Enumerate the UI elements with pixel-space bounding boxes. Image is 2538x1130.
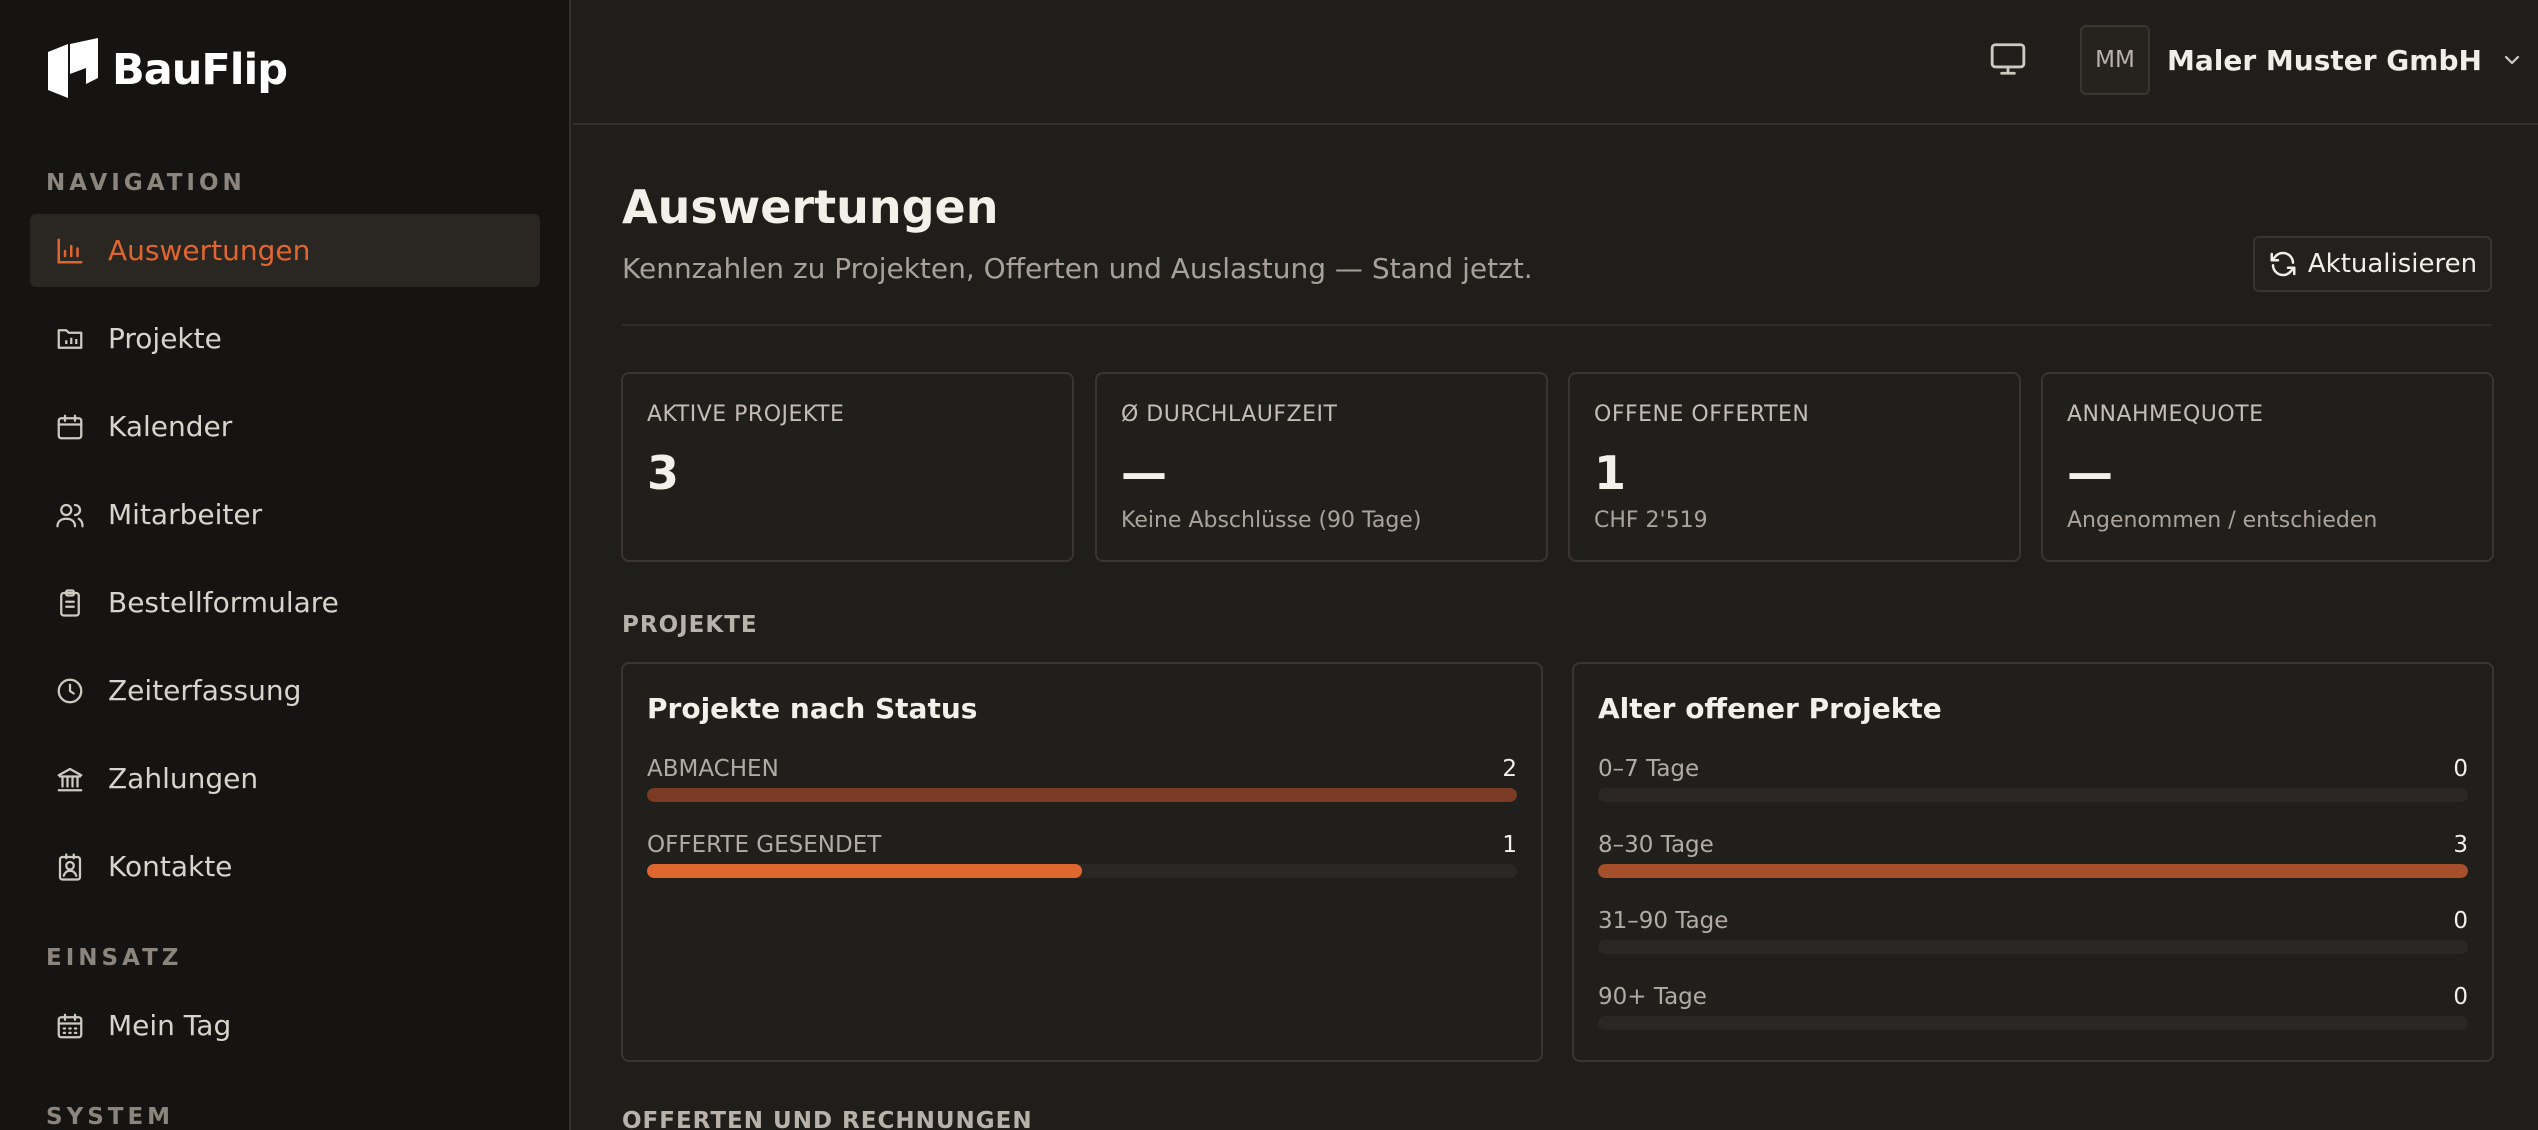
kpi-subtext: Angenommen / entschieden	[2067, 508, 2378, 533]
sidebar-item-label: Zahlungen	[108, 762, 259, 795]
sidebar-item-kontakte[interactable]: Kontakte	[30, 830, 540, 903]
sidebar-item-auswertungen[interactable]: Auswertungen	[30, 214, 540, 287]
age-row-value: 3	[2453, 832, 2468, 858]
kpi-label: Ø DURCHLAUFZEIT	[1121, 402, 1338, 427]
folder-chart-icon	[54, 323, 86, 355]
age-row-label: 90+ Tage	[1598, 984, 1707, 1010]
chevron-down-icon	[2504, 55, 2520, 65]
kpi-value: —	[1121, 446, 1167, 500]
sidebar-item-label: Auswertungen	[108, 234, 311, 267]
page-subtitle: Kennzahlen zu Projekten, Offerten und Au…	[622, 252, 1533, 285]
avatar[interactable]: MM	[2080, 25, 2150, 95]
status-bar-fill	[647, 864, 1082, 878]
sidebar-item-label: Mitarbeiter	[108, 498, 263, 531]
company-switcher[interactable]: Maler Muster GmbH	[2167, 40, 2524, 80]
sidebar-item-mitarbeiter[interactable]: Mitarbeiter	[30, 478, 540, 551]
kpi-label: ANNAHMEQUOTE	[2067, 402, 2264, 427]
age-row: 8–30 Tage 3	[1598, 832, 2468, 892]
sidebar-item-zeiterfassung[interactable]: Zeiterfassung	[30, 654, 540, 727]
kpi-value: 1	[1594, 446, 1627, 500]
sidebar-item-zahlungen[interactable]: Zahlungen	[30, 742, 540, 815]
users-icon	[54, 499, 86, 531]
age-row-label: 0–7 Tage	[1598, 756, 1700, 782]
kpi-card-annahmequote: ANNAHMEQUOTE — Angenommen / entschieden	[2041, 372, 2494, 562]
age-row-value: 0	[2453, 908, 2468, 934]
section-label-projekte: PROJEKTE	[622, 612, 758, 638]
panel-alter-offener-projekte: Alter offener Projekte 0–7 Tage 0 8–30 T…	[1572, 662, 2494, 1062]
age-row-label: 31–90 Tage	[1598, 908, 1729, 934]
sidebar-item-label: Mein Tag	[108, 1009, 232, 1042]
kpi-value: —	[2067, 446, 2113, 500]
status-row: OFFERTE GESENDET 1	[647, 832, 1517, 892]
refresh-icon	[2270, 251, 2296, 277]
sidebar-item-label: Bestellformulare	[108, 586, 339, 619]
status-row-label: OFFERTE GESENDET	[647, 832, 882, 858]
kpi-card-offene-offerten: OFFENE OFFERTEN 1 CHF 2'519	[1568, 372, 2021, 562]
kpi-subtext: Keine Abschlüsse (90 Tage)	[1121, 508, 1422, 533]
refresh-button-label: Aktualisieren	[2307, 249, 2478, 279]
panel-projekte-nach-status: Projekte nach Status ABMACHEN 2 OFFERTE …	[621, 662, 1543, 1062]
header-divider	[622, 324, 2492, 326]
nav-section-einsatz: EINSATZ	[46, 945, 183, 971]
kpi-card-durchlaufzeit: Ø DURCHLAUFZEIT — Keine Abschlüsse (90 T…	[1095, 372, 1548, 562]
clipboard-icon	[54, 587, 86, 619]
status-bar-fill	[647, 788, 1517, 802]
calendar-days-icon	[54, 1010, 86, 1042]
sidebar-item-projekte[interactable]: Projekte	[30, 302, 540, 375]
sidebar: BauFlip NAVIGATION Auswertungen Projekte…	[0, 0, 571, 1130]
age-row: 90+ Tage 0	[1598, 984, 2468, 1044]
bar-chart-icon	[54, 235, 86, 267]
sidebar-item-label: Projekte	[108, 322, 222, 355]
status-row-label: ABMACHEN	[647, 756, 779, 782]
refresh-button[interactable]: Aktualisieren	[2253, 236, 2492, 292]
kpi-card-aktive-projekte: AKTIVE PROJEKTE 3	[621, 372, 1074, 562]
sidebar-item-mein-tag[interactable]: Mein Tag	[30, 989, 540, 1062]
sidebar-item-label: Kontakte	[108, 850, 233, 883]
age-bar-track	[1598, 864, 2468, 878]
brand-logo[interactable]: BauFlip	[46, 38, 288, 102]
display-mode-button[interactable]	[1988, 40, 2032, 80]
kpi-value: 3	[647, 446, 680, 500]
kpi-label: AKTIVE PROJEKTE	[647, 402, 845, 427]
age-row-label: 8–30 Tage	[1598, 832, 1714, 858]
age-row: 0–7 Tage 0	[1598, 756, 2468, 816]
age-bar-track	[1598, 1016, 2468, 1030]
section-label-offerten: OFFERTEN UND RECHNUNGEN	[622, 1108, 1033, 1130]
company-name: Maler Muster GmbH	[2167, 43, 2482, 77]
status-bar-track	[647, 864, 1517, 878]
contact-icon	[54, 851, 86, 883]
status-bar-track	[647, 788, 1517, 802]
panel-title: Projekte nach Status	[647, 692, 978, 725]
kpi-subtext: CHF 2'519	[1594, 508, 1708, 533]
age-bar-track	[1598, 940, 2468, 954]
nav-section-system: SYSTEM	[46, 1104, 175, 1130]
status-row-value: 1	[1502, 832, 1517, 858]
status-row: ABMACHEN 2	[647, 756, 1517, 816]
bank-icon	[54, 763, 86, 795]
sidebar-item-bestellformulare[interactable]: Bestellformulare	[30, 566, 540, 639]
panel-title: Alter offener Projekte	[1598, 692, 1942, 725]
age-bar-track	[1598, 788, 2468, 802]
top-bar: MM Maler Muster GmbH	[573, 0, 2538, 125]
clock-icon	[54, 675, 86, 707]
age-row-value: 0	[2453, 756, 2468, 782]
calendar-icon	[54, 411, 86, 443]
age-bar-fill	[1598, 864, 2468, 878]
page-title: Auswertungen	[622, 180, 999, 234]
sidebar-item-label: Zeiterfassung	[108, 674, 302, 707]
age-row-value: 0	[2453, 984, 2468, 1010]
sidebar-item-kalender[interactable]: Kalender	[30, 390, 540, 463]
kpi-label: OFFENE OFFERTEN	[1594, 402, 1810, 427]
age-row: 31–90 Tage 0	[1598, 908, 2468, 968]
nav-section-navigation: NAVIGATION	[46, 170, 246, 196]
bauflip-logo-icon	[48, 38, 98, 98]
brand-name: BauFlip	[112, 45, 288, 95]
sidebar-item-label: Kalender	[108, 410, 233, 443]
monitor-icon	[1990, 43, 2026, 75]
status-row-value: 2	[1502, 756, 1517, 782]
